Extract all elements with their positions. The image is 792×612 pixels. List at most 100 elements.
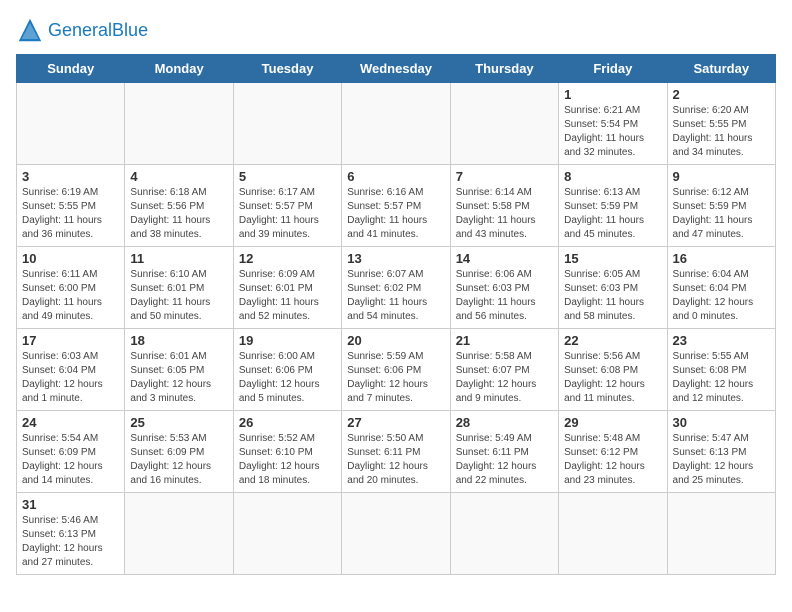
day-number: 25 [130,415,227,430]
day-number: 1 [564,87,661,102]
calendar-header: SundayMondayTuesdayWednesdayThursdayFrid… [17,55,776,83]
day-info: Sunrise: 6:03 AM Sunset: 6:04 PM Dayligh… [22,350,119,406]
calendar-cell [125,493,233,575]
day-info: Sunrise: 5:59 AM Sunset: 6:06 PM Dayligh… [347,350,444,406]
day-info: Sunrise: 5:50 AM Sunset: 6:11 PM Dayligh… [347,432,444,488]
day-info: Sunrise: 6:12 AM Sunset: 5:59 PM Dayligh… [673,186,770,242]
calendar-cell: 7Sunrise: 6:14 AM Sunset: 5:58 PM Daylig… [450,165,558,247]
calendar-cell: 25Sunrise: 5:53 AM Sunset: 6:09 PM Dayli… [125,411,233,493]
day-info: Sunrise: 5:49 AM Sunset: 6:11 PM Dayligh… [456,432,553,488]
calendar-body: 1 Sunrise: 6:21 AM Sunset: 5:54 PM Daylig… [17,83,776,575]
day-number: 13 [347,251,444,266]
calendar-cell: 11Sunrise: 6:10 AM Sunset: 6:01 PM Dayli… [125,247,233,329]
day-info: Sunrise: 6:09 AM Sunset: 6:01 PM Dayligh… [239,268,336,324]
week-row-6: 31Sunrise: 5:46 AM Sunset: 6:13 PM Dayli… [17,493,776,575]
day-number: 15 [564,251,661,266]
day-number: 22 [564,333,661,348]
calendar-cell: 23 Sunrise: 5:55 AM Sunset: 6:08 PM Dayli… [667,329,775,411]
calendar-table: SundayMondayTuesdayWednesdayThursdayFrid… [16,54,776,575]
day-header-saturday: Saturday [667,55,775,83]
calendar-cell: 12Sunrise: 6:09 AM Sunset: 6:01 PM Dayli… [233,247,341,329]
day-number: 29 [564,415,661,430]
logo-wordmark: GeneralBlue [48,20,148,41]
day-number: 17 [22,333,119,348]
calendar-cell [125,83,233,165]
day-info: Sunrise: 6:04 AM Sunset: 6:04 PM Dayligh… [673,268,770,324]
calendar-cell [559,493,667,575]
calendar-cell: 2 Sunrise: 6:20 AM Sunset: 5:55 PM Daylig… [667,83,775,165]
day-info: Sunrise: 5:54 AM Sunset: 6:09 PM Dayligh… [22,432,119,488]
calendar-cell: 26Sunrise: 5:52 AM Sunset: 6:10 PM Dayli… [233,411,341,493]
day-number: 20 [347,333,444,348]
day-number: 10 [22,251,119,266]
day-info: Sunrise: 6:01 AM Sunset: 6:05 PM Dayligh… [130,350,227,406]
day-info: Sunrise: 6:21 AM Sunset: 5:54 PM Dayligh… [564,104,661,160]
calendar-cell: 24 Sunrise: 5:54 AM Sunset: 6:09 PM Dayli… [17,411,125,493]
logo: GeneralBlue [16,16,148,44]
day-info: Sunrise: 6:10 AM Sunset: 6:01 PM Dayligh… [130,268,227,324]
day-number: 7 [456,169,553,184]
calendar-cell [233,83,341,165]
day-header-thursday: Thursday [450,55,558,83]
calendar-cell [450,493,558,575]
day-number: 27 [347,415,444,430]
calendar-cell: 27 Sunrise: 5:50 AM Sunset: 6:11 PM Dayli… [342,411,450,493]
day-info: Sunrise: 5:56 AM Sunset: 6:08 PM Dayligh… [564,350,661,406]
day-info: Sunrise: 6:20 AM Sunset: 5:55 PM Dayligh… [673,104,770,160]
day-info: Sunrise: 5:48 AM Sunset: 6:12 PM Dayligh… [564,432,661,488]
week-row-5: 24 Sunrise: 5:54 AM Sunset: 6:09 PM Dayli… [17,411,776,493]
day-number: 19 [239,333,336,348]
logo-icon [16,16,44,44]
day-header-tuesday: Tuesday [233,55,341,83]
day-number: 4 [130,169,227,184]
week-row-4: 17 Sunrise: 6:03 AM Sunset: 6:04 PM Dayli… [17,329,776,411]
day-number: 31 [22,497,119,512]
calendar-cell: 19 Sunrise: 6:00 AM Sunset: 6:06 PM Dayli… [233,329,341,411]
calendar-cell: 22 Sunrise: 5:56 AM Sunset: 6:08 PM Dayli… [559,329,667,411]
calendar-cell: 8 Sunrise: 6:13 AM Sunset: 5:59 PM Daylig… [559,165,667,247]
calendar-cell: 29 Sunrise: 5:48 AM Sunset: 6:12 PM Dayli… [559,411,667,493]
day-info: Sunrise: 6:16 AM Sunset: 5:57 PM Dayligh… [347,186,444,242]
week-row-3: 10 Sunrise: 6:11 AM Sunset: 6:00 PM Dayli… [17,247,776,329]
day-number: 2 [673,87,770,102]
day-number: 18 [130,333,227,348]
calendar-cell: 10 Sunrise: 6:11 AM Sunset: 6:00 PM Dayli… [17,247,125,329]
day-info: Sunrise: 6:05 AM Sunset: 6:03 PM Dayligh… [564,268,661,324]
day-info: Sunrise: 6:11 AM Sunset: 6:00 PM Dayligh… [22,268,119,324]
day-header-friday: Friday [559,55,667,83]
day-info: Sunrise: 5:47 AM Sunset: 6:13 PM Dayligh… [673,432,770,488]
day-info: Sunrise: 6:07 AM Sunset: 6:02 PM Dayligh… [347,268,444,324]
day-number: 3 [22,169,119,184]
day-number: 30 [673,415,770,430]
day-number: 5 [239,169,336,184]
day-info: Sunrise: 5:52 AM Sunset: 6:10 PM Dayligh… [239,432,336,488]
calendar-cell [667,493,775,575]
logo-text: GeneralBlue [48,20,148,40]
day-info: Sunrise: 6:06 AM Sunset: 6:03 PM Dayligh… [456,268,553,324]
calendar-cell: 5 Sunrise: 6:17 AM Sunset: 5:57 PM Daylig… [233,165,341,247]
page-header: GeneralBlue [16,16,776,44]
day-info: Sunrise: 6:13 AM Sunset: 5:59 PM Dayligh… [564,186,661,242]
calendar-cell: 6Sunrise: 6:16 AM Sunset: 5:57 PM Daylig… [342,165,450,247]
calendar-cell: 30 Sunrise: 5:47 AM Sunset: 6:13 PM Dayli… [667,411,775,493]
day-header-wednesday: Wednesday [342,55,450,83]
day-number: 8 [564,169,661,184]
day-number: 24 [22,415,119,430]
day-number: 16 [673,251,770,266]
calendar-cell: 4Sunrise: 6:18 AM Sunset: 5:56 PM Daylig… [125,165,233,247]
calendar-cell: 14 Sunrise: 6:06 AM Sunset: 6:03 PM Dayli… [450,247,558,329]
day-header-sunday: Sunday [17,55,125,83]
week-row-2: 3Sunrise: 6:19 AM Sunset: 5:55 PM Daylig… [17,165,776,247]
calendar-cell: 1 Sunrise: 6:21 AM Sunset: 5:54 PM Daylig… [559,83,667,165]
day-number: 9 [673,169,770,184]
calendar-cell: 20 Sunrise: 5:59 AM Sunset: 6:06 PM Dayli… [342,329,450,411]
week-row-1: 1 Sunrise: 6:21 AM Sunset: 5:54 PM Daylig… [17,83,776,165]
day-number: 14 [456,251,553,266]
day-info: Sunrise: 6:00 AM Sunset: 6:06 PM Dayligh… [239,350,336,406]
calendar-cell: 13 Sunrise: 6:07 AM Sunset: 6:02 PM Dayli… [342,247,450,329]
day-info: Sunrise: 6:17 AM Sunset: 5:57 PM Dayligh… [239,186,336,242]
day-info: Sunrise: 5:55 AM Sunset: 6:08 PM Dayligh… [673,350,770,406]
day-number: 23 [673,333,770,348]
day-number: 21 [456,333,553,348]
calendar-cell [342,493,450,575]
